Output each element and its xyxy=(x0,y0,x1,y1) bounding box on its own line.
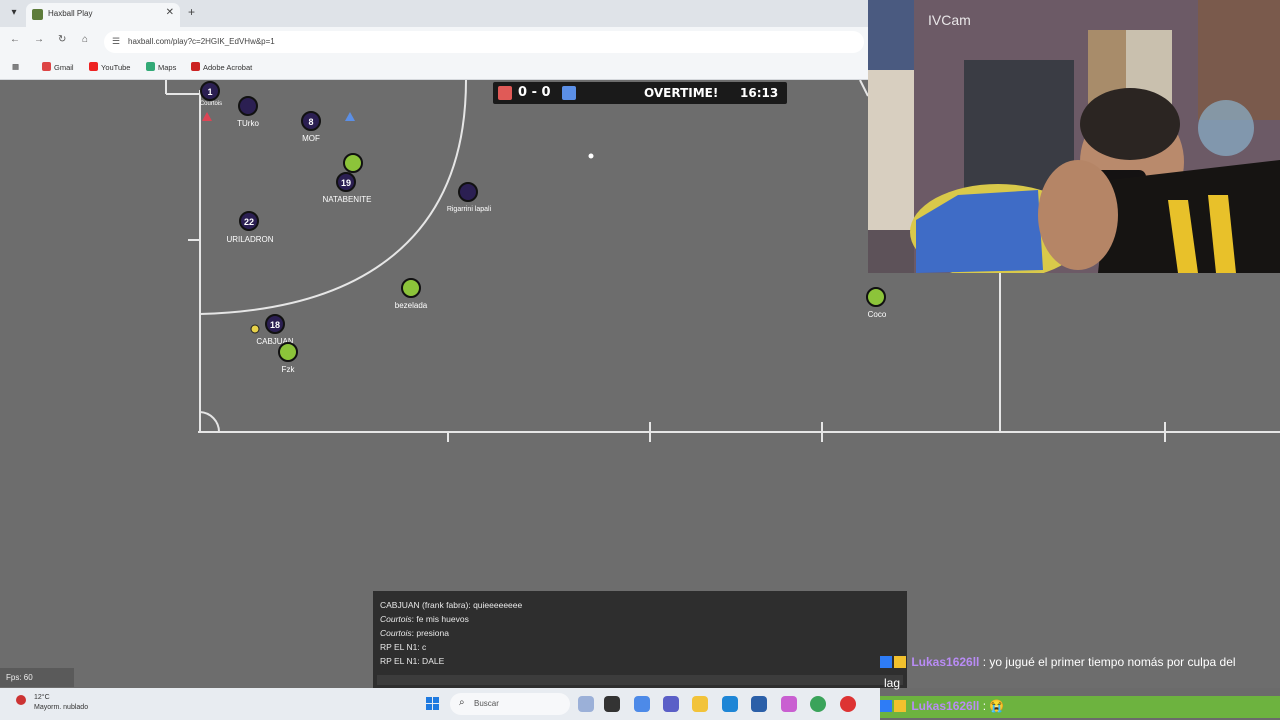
teams-icon[interactable] xyxy=(663,696,679,712)
chat-input[interactable] xyxy=(377,675,903,685)
score-text: 0 - 0 xyxy=(518,85,551,100)
browser-tab-bar: ▾ Haxball Play ✕ + xyxy=(0,0,868,27)
player-natabenite: 19 xyxy=(336,172,356,192)
start-button-icon[interactable] xyxy=(426,697,440,711)
tab-search-icon[interactable]: ▾ xyxy=(6,5,22,21)
weather-temp: 12°C xyxy=(34,694,50,701)
adobe-acrobat-icon xyxy=(191,62,200,71)
chat-message: Courtois: fe mis huevos xyxy=(380,614,469,624)
close-tab-icon[interactable]: ✕ xyxy=(166,7,174,18)
url-text: haxball.com/play?c=2HGIK_EdVHw&p=1 xyxy=(128,37,275,46)
bookmarks-bar: ▦ Gmail YouTube Maps Adobe Acrobat xyxy=(0,57,868,80)
player-coco xyxy=(866,287,886,307)
player-name: NATABENITE xyxy=(322,195,372,204)
chrome-icon[interactable] xyxy=(810,696,826,712)
player-name: MOF xyxy=(302,134,320,143)
maps-icon xyxy=(146,62,155,71)
webcam-feed xyxy=(868,0,1280,273)
player-name: bezelada xyxy=(394,301,428,310)
badge-icon xyxy=(880,656,892,668)
bookmark-adobe-acrobat[interactable]: Adobe Acrobat xyxy=(191,62,252,72)
player-name: TUrko xyxy=(237,119,259,128)
overtime-label: OVERTIME! xyxy=(644,86,719,100)
player-name: Rigarrini lapali xyxy=(446,206,492,213)
player-rigarrini xyxy=(458,182,478,202)
bookmark-gmail[interactable]: Gmail xyxy=(42,62,74,72)
file-explorer-icon[interactable] xyxy=(692,696,708,712)
chat-message: RP EL N1: c xyxy=(380,642,427,652)
chat-message: CABJUAN (frank fabra): quieeeeeeee xyxy=(380,600,523,610)
crying-emoji-icon: 😭 xyxy=(989,699,1005,713)
webcam-label: IVCam xyxy=(928,12,971,28)
player-name: Coco xyxy=(867,310,887,319)
widgets-icon[interactable] xyxy=(578,696,594,712)
site-info-icon[interactable]: ☰ xyxy=(112,36,120,47)
weather-icon xyxy=(16,695,26,705)
blue-team-badge xyxy=(562,86,576,100)
store-icon[interactable] xyxy=(751,696,767,712)
player-courtois: 1 xyxy=(200,81,220,101)
bookmark-maps[interactable]: Maps xyxy=(146,62,176,72)
match-time: 16:13 xyxy=(740,86,779,100)
player-name: Courtois xyxy=(199,101,223,107)
chat-message: RP EL N1: DALE xyxy=(380,656,445,666)
tab-haxball[interactable]: Haxball Play ✕ xyxy=(26,3,180,27)
player-mof: 8 xyxy=(301,111,321,131)
new-tab-icon[interactable]: + xyxy=(188,5,195,19)
copilot-icon[interactable] xyxy=(634,696,650,712)
weather-desc: Mayorm. nublado xyxy=(34,704,89,711)
red-team-badge xyxy=(498,86,512,100)
player-cabjuan: 18 xyxy=(265,314,285,334)
reload-icon[interactable]: ↻ xyxy=(58,34,66,45)
windows-taskbar: 12°C Mayorm. nublado ⌕ Buscar xyxy=(0,688,880,720)
fps-counter: Fps: 60 xyxy=(0,668,74,687)
task-view-icon[interactable] xyxy=(604,696,620,712)
address-bar[interactable]: ☰ haxball.com/play?c=2HGIK_EdVHw&p=1 xyxy=(104,31,864,53)
badge-icon xyxy=(880,700,892,712)
game-chat: CABJUAN (frank fabra): quieeeeeeee Court… xyxy=(373,591,907,688)
youtube-icon xyxy=(89,62,98,71)
gmail-icon xyxy=(42,62,51,71)
webcam-overlay: IVCam xyxy=(868,0,1280,273)
edge-icon[interactable] xyxy=(722,696,738,712)
bookmark-youtube[interactable]: YouTube xyxy=(89,62,130,72)
browser-toolbar: ← → ↻ ⌂ ☰ haxball.com/play?c=2HGIK_EdVHw… xyxy=(0,27,868,57)
badge-icon xyxy=(894,656,906,668)
home-icon[interactable]: ⌂ xyxy=(82,34,88,45)
taskbar-search[interactable]: ⌕ Buscar xyxy=(450,693,570,715)
badge-icon xyxy=(894,700,906,712)
search-placeholder: Buscar xyxy=(474,699,499,708)
player-green-1 xyxy=(343,153,363,173)
tab-title: Haxball Play xyxy=(48,9,93,18)
stream-chat-continuation: lag xyxy=(884,676,901,690)
player-turko xyxy=(238,96,258,116)
forward-icon[interactable]: → xyxy=(34,34,44,45)
player-fzk xyxy=(278,342,298,362)
chat-message: Courtois: presiona xyxy=(380,628,449,638)
scoreboard: 0 - 0 OVERTIME! 16:13 xyxy=(493,82,787,104)
stream-chat-message: Lukas1626ll : 😭 xyxy=(880,699,1004,713)
stream-chat-message: Lukas1626ll : yo jugué el primer tiempo … xyxy=(880,655,1236,669)
player-uriladron: 22 xyxy=(239,211,259,231)
app-icon[interactable] xyxy=(840,696,856,712)
search-icon: ⌕ xyxy=(459,697,465,708)
player-name: Fzk xyxy=(281,365,295,374)
app-icon[interactable] xyxy=(781,696,797,712)
player-name: URILADRON xyxy=(226,235,274,244)
weather-widget[interactable]: 12°C Mayorm. nublado xyxy=(16,693,89,713)
apps-grid-icon[interactable]: ▦ xyxy=(12,62,19,71)
haxball-favicon-icon xyxy=(32,9,43,20)
back-icon[interactable]: ← xyxy=(10,34,20,45)
player-bezelada xyxy=(401,278,421,298)
